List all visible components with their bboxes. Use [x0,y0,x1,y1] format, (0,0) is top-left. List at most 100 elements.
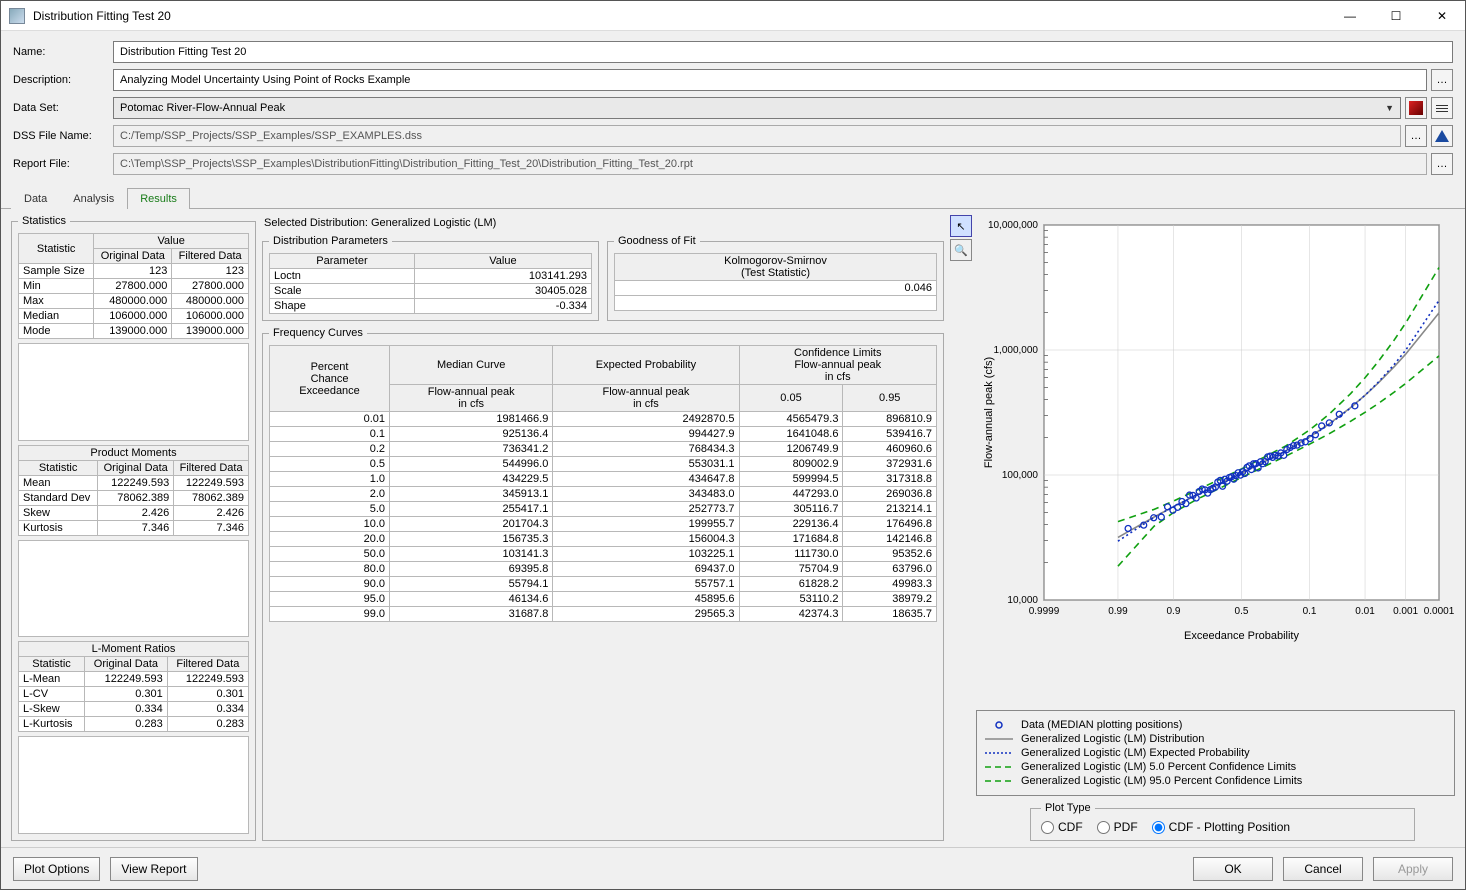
form-area: Name: Distribution Fitting Test 20 Descr… [1,31,1465,187]
report-browse-button[interactable]: … [1431,153,1453,175]
table-row: L-CV0.3010.301 [19,687,249,702]
table-row: 95.046134.645895.653110.238979.2 [270,592,937,607]
dataset-table-button[interactable] [1431,97,1453,119]
name-label: Name: [13,46,113,58]
table-row: Min27800.00027800.000 [19,279,249,294]
svg-text:0.0001: 0.0001 [1424,606,1454,617]
dss-browse-button[interactable]: … [1405,125,1427,147]
app-icon [9,8,25,24]
table-row: 50.0103141.3103225.1111730.095352.6 [270,547,937,562]
table-row: Sample Size123123 [19,264,249,279]
description-input[interactable]: Analyzing Model Uncertainty Using Point … [113,69,1427,91]
table-row: Median106000.000106000.000 [19,309,249,324]
table-row: L-Kurtosis0.2830.283 [19,717,249,732]
table-row: 5.0255417.1252773.7305116.7213214.1 [270,502,937,517]
table-row: 10.0201704.3199955.7229136.4176496.8 [270,517,937,532]
table-row: 90.055794.155757.161828.249983.3 [270,577,937,592]
dss-icon-button[interactable] [1431,125,1453,147]
plot-icon [1409,101,1423,115]
table-row: Shape-0.334 [270,299,592,314]
svg-text:0.5: 0.5 [1235,606,1249,617]
frequency-curves-fieldset: Frequency Curves PercentChanceExceedance… [262,327,944,841]
tab-data[interactable]: Data [11,188,60,209]
chart-toolbar: ↖ 🔍 [950,215,974,704]
magnifier-icon: 🔍 [954,244,968,257]
plot-options-button[interactable]: Plot Options [13,857,100,881]
svg-text:Flow-annual peak (cfs): Flow-annual peak (cfs) [983,357,995,468]
close-button[interactable]: ✕ [1419,1,1465,31]
svg-text:1,000,000: 1,000,000 [994,345,1039,356]
maximize-button[interactable]: ☐ [1373,1,1419,31]
titlebar: Distribution Fitting Test 20 — ☐ ✕ [1,1,1465,31]
table-icon [1436,105,1448,112]
table-row: 80.069395.869437.075704.963796.0 [270,562,937,577]
svg-text:100,000: 100,000 [1002,470,1039,481]
ok-button[interactable]: OK [1193,857,1273,881]
dataset-plot-button[interactable] [1405,97,1427,119]
table-row: Skew2.4262.426 [19,505,249,520]
product-moments-table: Product Moments StatisticOriginal DataFi… [18,445,249,536]
svg-text:10,000,000: 10,000,000 [988,220,1038,231]
report-label: Report File: [13,158,113,170]
table-row: L-Skew0.3340.334 [19,702,249,717]
table-row: Loctn103141.293 [270,269,592,284]
minimize-button[interactable]: — [1327,1,1373,31]
svg-text:0.1: 0.1 [1303,606,1317,617]
table-row: L-Mean122249.593122249.593 [19,672,249,687]
dataset-label: Data Set: [13,102,113,114]
tab-bar: Data Analysis Results [1,187,1465,209]
report-file-field: C:\Temp\SSP_Projects\SSP_Examples\Distri… [113,153,1427,175]
table-row: 2.0345913.1343483.0447293.0269036.8 [270,487,937,502]
zoom-tool-button[interactable]: 🔍 [950,239,972,261]
cancel-button[interactable]: Cancel [1283,857,1363,881]
table-row: Mode139000.000139000.000 [19,324,249,339]
selected-distribution-label: Selected Distribution: Generalized Logis… [262,215,944,229]
table-row: 99.031687.829565.342374.318635.7 [270,607,937,622]
svg-text:0.001: 0.001 [1393,606,1418,617]
description-more-button[interactable]: … [1431,69,1453,91]
distribution-params-fieldset: Distribution Parameters ParameterValue L… [262,235,599,321]
table-row: Max480000.000480000.000 [19,294,249,309]
tab-analysis[interactable]: Analysis [60,188,127,209]
frequency-chart: 10,000 100,000 1,000,000 10,000,000 0.9999 0.… [974,215,1454,645]
distribution-params-table: ParameterValue Loctn103141.293Scale30405… [269,253,592,314]
center-column: Selected Distribution: Generalized Logis… [262,215,944,841]
statistics-column: Statistics StatisticValue Original DataF… [11,215,256,841]
content-area: Statistics StatisticValue Original DataF… [1,209,1465,847]
svg-text:0.9: 0.9 [1166,606,1180,617]
lmoment-table: L-Moment Ratios StatisticOriginal DataFi… [18,641,249,732]
dss-label: DSS File Name: [13,130,113,142]
svg-text:0.9999: 0.9999 [1029,606,1060,617]
chart-area[interactable]: 10,000 100,000 1,000,000 10,000,000 0.9999 0.… [974,215,1455,704]
svg-text:10,000: 10,000 [1007,595,1038,606]
table-row: Scale30405.028 [270,284,592,299]
table-row: Mean122249.593122249.593 [19,475,249,490]
table-row: 0.1925136.4994427.91641048.6539416.7 [270,427,937,442]
name-input[interactable]: Distribution Fitting Test 20 [113,41,1453,63]
tab-results[interactable]: Results [127,188,190,209]
chart-legend: Data (MEDIAN plotting positions) General… [976,710,1455,796]
statistics-legend: Statistics [18,215,70,227]
chevron-down-icon: ▼ [1385,103,1394,113]
dss-file-field: C:/Temp/SSP_Projects/SSP_Examples/SSP_EX… [113,125,1401,147]
svg-text:0.01: 0.01 [1355,606,1375,617]
table-row: 1.0434229.5434647.8599994.5317318.8 [270,472,937,487]
frequency-table: PercentChanceExceedance Median Curve Exp… [269,345,937,622]
basic-stats-table: StatisticValue Original DataFiltered Dat… [18,233,249,339]
radio-pdf[interactable]: PDF [1097,820,1138,834]
pointer-icon: ↖ [956,220,965,233]
view-report-button[interactable]: View Report [110,857,197,881]
radio-cdf[interactable]: CDF [1041,820,1083,834]
svg-text:0.99: 0.99 [1108,606,1128,617]
table-row: 0.5544996.0553031.1809002.9372931.6 [270,457,937,472]
table-row: 20.0156735.3156004.3171684.8142146.8 [270,532,937,547]
apply-button[interactable]: Apply [1373,857,1453,881]
pointer-tool-button[interactable]: ↖ [950,215,972,237]
table-row: 0.2736341.2768434.31206749.9460960.6 [270,442,937,457]
radio-cdf-plotting-position[interactable]: CDF - Plotting Position [1152,820,1290,834]
dataset-combo[interactable]: Potomac River-Flow-Annual Peak▼ [113,97,1401,119]
svg-text:Exceedance Probability: Exceedance Probability [1184,630,1299,642]
statistics-fieldset: Statistics StatisticValue Original DataF… [11,215,256,841]
goodness-of-fit-fieldset: Goodness of Fit Kolmogorov-Smirnov(Test … [607,235,944,321]
chart-column: ↖ 🔍 10,000 100,000 1,000,000 10,000,000 0.99… [950,215,1455,841]
